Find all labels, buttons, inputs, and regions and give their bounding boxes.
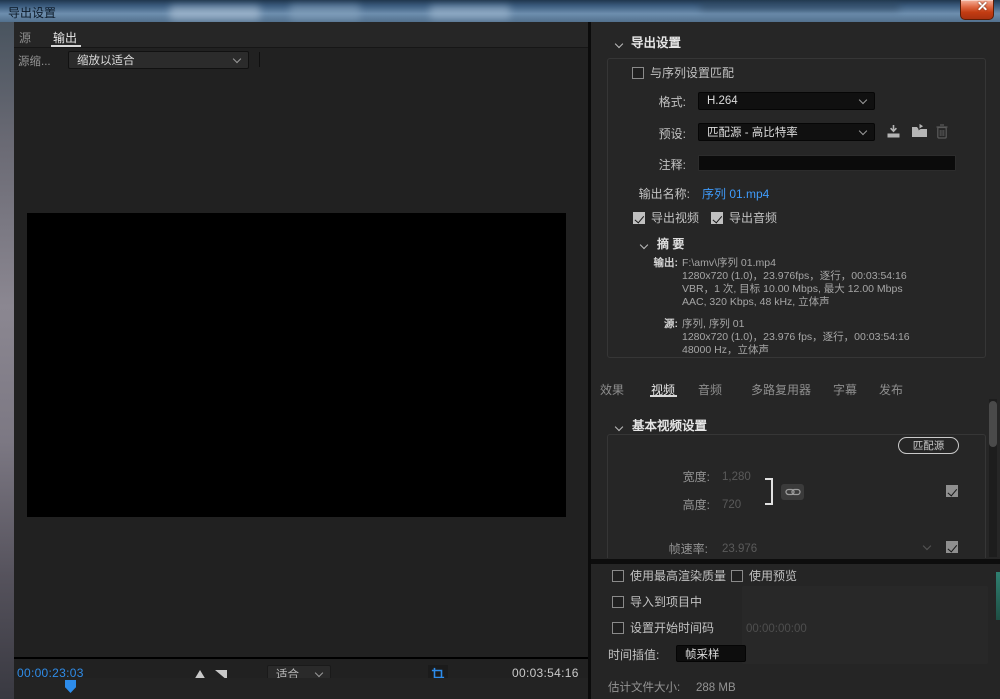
match-sequence-label: 与序列设置匹配 xyxy=(650,66,734,80)
use-previews-label: 使用预览 xyxy=(749,569,797,583)
set-start-timecode-checkbox[interactable] xyxy=(612,622,624,634)
window-titlebar[interactable]: 导出设置 xyxy=(0,0,1000,22)
start-timecode-value: 00:00:00:00 xyxy=(746,622,807,636)
max-render-quality-checkbox[interactable] xyxy=(612,570,624,582)
scrollbar-thumb[interactable] xyxy=(989,401,997,447)
background-blur-artifact xyxy=(170,6,260,20)
summary-output-path: F:\amv\序列 01.mp4 xyxy=(682,257,776,270)
chevron-down-icon xyxy=(859,126,867,134)
window-title: 导出设置 xyxy=(8,4,56,21)
close-button[interactable] xyxy=(960,0,994,20)
framerate-override-checkbox[interactable] xyxy=(946,541,958,553)
dimensions-override-checkbox[interactable] xyxy=(946,485,958,497)
chevron-down-icon xyxy=(315,668,323,676)
max-render-quality-label: 使用最高渲染质量 xyxy=(630,569,726,583)
link-bracket xyxy=(765,478,773,505)
estimated-size-label: 估计文件大小: xyxy=(608,681,680,695)
chevron-down-icon xyxy=(859,95,867,103)
tab-effects[interactable]: 效果 xyxy=(600,381,624,398)
tab-publish[interactable]: 发布 xyxy=(879,381,903,398)
estimated-size-value: 288 MB xyxy=(696,681,736,695)
tab-source[interactable]: 源 xyxy=(19,29,31,46)
chevron-down-icon xyxy=(233,54,241,62)
export-settings-dialog: 导出设置 源 输出 源缩... 缩放以适合 00:00:23:03 适合 00:… xyxy=(0,0,1000,699)
height-value: 720 xyxy=(722,498,741,512)
framerate-label: 帧速率: xyxy=(622,542,708,556)
source-scaling-value: 缩放以适合 xyxy=(77,52,135,68)
preview-tab-strip xyxy=(14,22,590,48)
match-source-label: 匹配源 xyxy=(913,438,945,453)
time-interpolation-label: 时间插值: xyxy=(608,648,659,662)
source-scaling-label: 源缩... xyxy=(18,55,51,69)
timeline-scrubber[interactable] xyxy=(14,678,590,699)
summary-output-label: 输出: xyxy=(598,257,678,270)
save-preset-icon xyxy=(886,124,901,139)
format-value: H.264 xyxy=(707,95,738,107)
preset-label: 预设: xyxy=(598,127,686,141)
background-blur-artifact xyxy=(430,6,510,19)
export-audio-checkbox[interactable] xyxy=(711,212,723,224)
summary-source-name: 序列, 序列 01 xyxy=(682,318,744,331)
background-blur-artifact xyxy=(700,2,900,10)
output-name-label: 输出名称: xyxy=(598,187,690,201)
toolbar-divider xyxy=(259,52,260,67)
export-video-checkbox[interactable] xyxy=(633,212,645,224)
transport-divider xyxy=(14,657,590,659)
tab-captions[interactable]: 字幕 xyxy=(833,381,857,398)
match-source-button[interactable]: 匹配源 xyxy=(898,437,959,454)
tab-multiplexer[interactable]: 多路复用器 xyxy=(751,381,811,398)
import-into-project-label: 导入到项目中 xyxy=(630,595,702,609)
framerate-value: 23.976 xyxy=(722,542,757,556)
export-audio-label: 导出音频 xyxy=(729,211,777,225)
match-sequence-checkbox[interactable] xyxy=(632,67,644,79)
format-label: 格式: xyxy=(598,95,686,109)
background-app-sliver xyxy=(996,572,1000,620)
set-start-timecode-label: 设置开始时间码 xyxy=(630,621,714,635)
summary-output-line: AAC, 320 Kbps, 48 kHz, 立体声 xyxy=(682,296,830,309)
tab-video-underline xyxy=(650,395,677,397)
time-interpolation-value: 帧采样 xyxy=(685,646,720,662)
preview-monitor xyxy=(27,213,566,517)
link-icon xyxy=(785,487,801,497)
format-dropdown[interactable]: H.264 xyxy=(698,92,875,110)
summary-source-line: 1280x720 (1.0)，23.976 fps，逐行，00:03:54:16 xyxy=(682,331,910,344)
export-video-label: 导出视频 xyxy=(651,211,699,225)
delete-preset-icon xyxy=(936,124,948,139)
comments-label: 注释: xyxy=(598,158,686,172)
width-label: 宽度: xyxy=(640,470,710,484)
save-preset-button[interactable] xyxy=(886,124,901,144)
background-app-strip xyxy=(0,22,14,699)
time-interpolation-dropdown[interactable]: 帧采样 xyxy=(676,645,746,662)
video-settings-title: 基本视频设置 xyxy=(632,419,707,433)
preset-dropdown[interactable]: 匹配源 - 高比特率 xyxy=(698,123,875,141)
comments-input[interactable] xyxy=(698,155,956,171)
delete-preset-button xyxy=(936,124,948,144)
tab-output[interactable]: 输出 xyxy=(53,29,77,46)
import-into-project-checkbox[interactable] xyxy=(612,596,624,608)
import-preset-icon xyxy=(911,123,928,138)
export-section-title: 导出设置 xyxy=(631,36,681,50)
link-dimensions-button[interactable] xyxy=(781,484,804,500)
use-previews-checkbox[interactable] xyxy=(731,570,743,582)
background-blur-artifact xyxy=(290,5,360,20)
import-preset-button[interactable] xyxy=(911,123,928,143)
width-value: 1,280 xyxy=(722,470,751,484)
summary-source-label: 源: xyxy=(598,318,678,331)
source-scaling-dropdown[interactable]: 缩放以适合 xyxy=(68,51,249,69)
summary-title: 摘 要 xyxy=(657,237,684,251)
tab-audio[interactable]: 音频 xyxy=(698,381,722,398)
summary-output-line: VBR，1 次, 目标 10.00 Mbps, 最大 12.00 Mbps xyxy=(682,283,903,296)
summary-source-line: 48000 Hz，立体声 xyxy=(682,344,769,357)
tab-output-underline xyxy=(51,45,81,47)
height-label: 高度: xyxy=(640,498,710,512)
preset-value: 匹配源 - 高比特率 xyxy=(707,124,798,140)
output-name-link[interactable]: 序列 01.mp4 xyxy=(702,187,769,201)
summary-output-line: 1280x720 (1.0)，23.976fps，逐行，00:03:54:16 xyxy=(682,270,907,283)
